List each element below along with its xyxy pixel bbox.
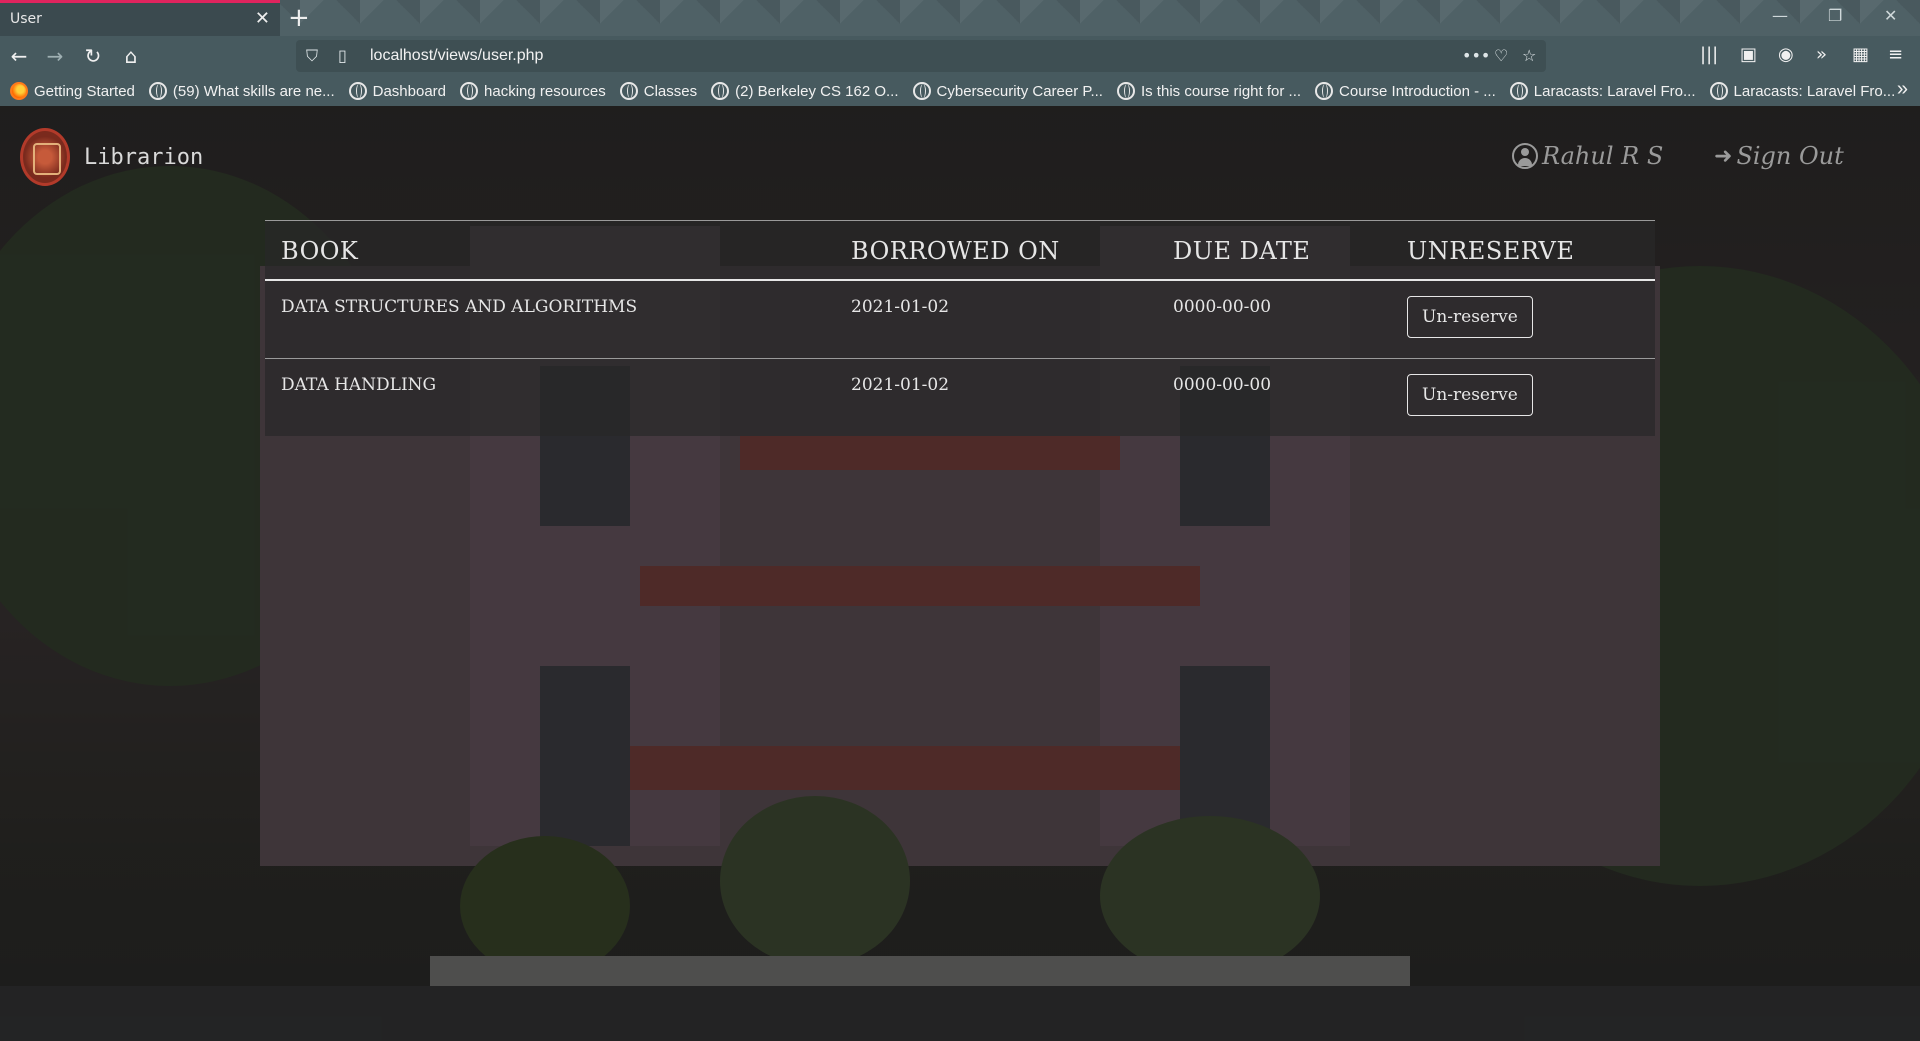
back-icon[interactable]: ← bbox=[6, 44, 32, 68]
forward-icon[interactable]: → bbox=[42, 44, 68, 68]
globe-icon bbox=[460, 82, 479, 100]
borrowed-on-date: 2021-01-02 bbox=[851, 374, 950, 395]
bookmark-item[interactable]: Laracasts: Laravel Fro... bbox=[1509, 82, 1696, 100]
active-tab[interactable]: User ✕ bbox=[0, 0, 280, 36]
brand-name: Librarion bbox=[84, 144, 204, 170]
account-icon[interactable]: ◉ bbox=[1778, 44, 1794, 65]
url-text[interactable]: localhost/views/user.php bbox=[370, 47, 543, 65]
book-title: DATA HANDLING bbox=[281, 374, 437, 395]
minimize-icon[interactable]: — bbox=[1772, 6, 1788, 25]
extensions-icon[interactable]: ▦ bbox=[1852, 44, 1869, 65]
column-header-unreserve: UNRESERVE bbox=[1391, 221, 1655, 281]
book-title: DATA STRUCTURES AND ALGORITHMS bbox=[265, 280, 835, 359]
table-row: DATA HANDLING 2021-01-02 0000-00-00 Un-r… bbox=[265, 358, 1655, 436]
library-icon[interactable]: ||| bbox=[1700, 44, 1718, 65]
url-bar[interactable]: ⛉ ▯ localhost/views/user.php ••• ♡ ☆ bbox=[296, 40, 1546, 72]
due-date: 0000-00-00 bbox=[1157, 280, 1391, 359]
bookmark-item[interactable]: Course Introduction - ... bbox=[1315, 82, 1496, 100]
page-body: Librarion Rahul R S ➜ Sign Out BOOK BORR… bbox=[0, 106, 1920, 1041]
navigation-toolbar: ← → ↻ ⌂ ⛉ ▯ localhost/views/user.php •••… bbox=[0, 36, 1920, 76]
user-name: Rahul R S bbox=[1542, 142, 1664, 170]
sign-out-link[interactable]: ➜ Sign Out bbox=[1714, 142, 1844, 170]
column-header-book: BOOK bbox=[265, 221, 835, 281]
globe-icon bbox=[1315, 82, 1334, 100]
more-actions-icon[interactable]: ••• bbox=[1462, 46, 1490, 65]
user-profile-link[interactable]: Rahul R S bbox=[1512, 142, 1663, 170]
globe-icon bbox=[619, 82, 638, 100]
globe-icon bbox=[148, 82, 167, 100]
globe-icon bbox=[1116, 82, 1135, 100]
shield-icon[interactable]: ⛉ bbox=[306, 46, 318, 66]
bookmark-item[interactable]: hacking resources bbox=[460, 82, 606, 100]
bookmark-item[interactable]: (59) What skills are ne... bbox=[148, 82, 335, 100]
bookmark-item[interactable]: Getting Started bbox=[10, 82, 135, 100]
menu-icon[interactable]: ≡ bbox=[1888, 44, 1903, 65]
pocket-icon[interactable]: ♡ bbox=[1494, 46, 1508, 65]
globe-icon bbox=[912, 82, 931, 100]
sign-out-icon: ➜ bbox=[1714, 143, 1733, 169]
unreserve-button[interactable]: Un-reserve bbox=[1407, 296, 1533, 338]
unreserve-cell: Un-reserve bbox=[1391, 358, 1655, 436]
bookmark-item[interactable]: Dashboard bbox=[348, 82, 446, 100]
user-circle-icon bbox=[1512, 143, 1538, 169]
bookmarks-toolbar: Getting Started (59) What skills are ne.… bbox=[0, 76, 1920, 106]
overflow-icon[interactable]: » bbox=[1816, 44, 1827, 65]
firefox-icon bbox=[10, 82, 28, 100]
column-header-borrowed-on: BORROWED ON bbox=[835, 221, 1157, 281]
borrowed-books-table: BOOK BORROWED ON DUE DATE UNRESERVE DATA… bbox=[265, 220, 1655, 436]
bookmark-item[interactable]: Classes bbox=[619, 82, 697, 100]
borrowed-on-date: 2021-01-02 bbox=[835, 280, 1157, 359]
home-icon[interactable]: ⌂ bbox=[118, 44, 144, 68]
bookmark-item[interactable]: Laracasts: Laravel Fro... bbox=[1709, 82, 1895, 100]
tab-strip: User ✕ + — ❐ ✕ bbox=[0, 0, 1920, 36]
bookmark-item[interactable]: (2) Berkeley CS 162 O... bbox=[711, 82, 899, 100]
window-close-icon[interactable]: ✕ bbox=[1884, 6, 1897, 25]
restore-icon[interactable]: ❐ bbox=[1828, 6, 1842, 25]
brand[interactable]: Librarion bbox=[20, 128, 203, 186]
tab-title: User bbox=[10, 11, 42, 27]
sign-out-label: Sign Out bbox=[1736, 142, 1844, 170]
globe-icon bbox=[1709, 82, 1728, 100]
bookmarks-overflow-icon[interactable]: » bbox=[1897, 78, 1908, 101]
bookmark-item[interactable]: Cybersecurity Career P... bbox=[912, 82, 1103, 100]
close-tab-icon[interactable]: ✕ bbox=[255, 8, 270, 29]
unreserve-cell: Un-reserve bbox=[1391, 280, 1655, 359]
table-row: DATA STRUCTURES AND ALGORITHMS 2021-01-0… bbox=[265, 280, 1655, 359]
university-logo bbox=[20, 128, 70, 186]
new-tab-icon[interactable]: + bbox=[288, 3, 310, 33]
column-header-due-date: DUE DATE bbox=[1157, 221, 1391, 281]
globe-icon bbox=[711, 82, 730, 100]
unreserve-button[interactable]: Un-reserve bbox=[1407, 373, 1533, 416]
bookmark-star-icon[interactable]: ☆ bbox=[1522, 46, 1536, 65]
page-icon: ▯ bbox=[338, 46, 347, 65]
bookmark-item[interactable]: Is this course right for ... bbox=[1116, 82, 1301, 100]
globe-icon bbox=[348, 82, 367, 100]
sidebar-icon[interactable]: ▣ bbox=[1740, 44, 1757, 65]
reload-icon[interactable]: ↻ bbox=[80, 44, 106, 68]
due-date: 0000-00-00 bbox=[1173, 374, 1272, 395]
globe-icon bbox=[1509, 82, 1528, 100]
table-header-row: BOOK BORROWED ON DUE DATE UNRESERVE bbox=[265, 221, 1655, 281]
